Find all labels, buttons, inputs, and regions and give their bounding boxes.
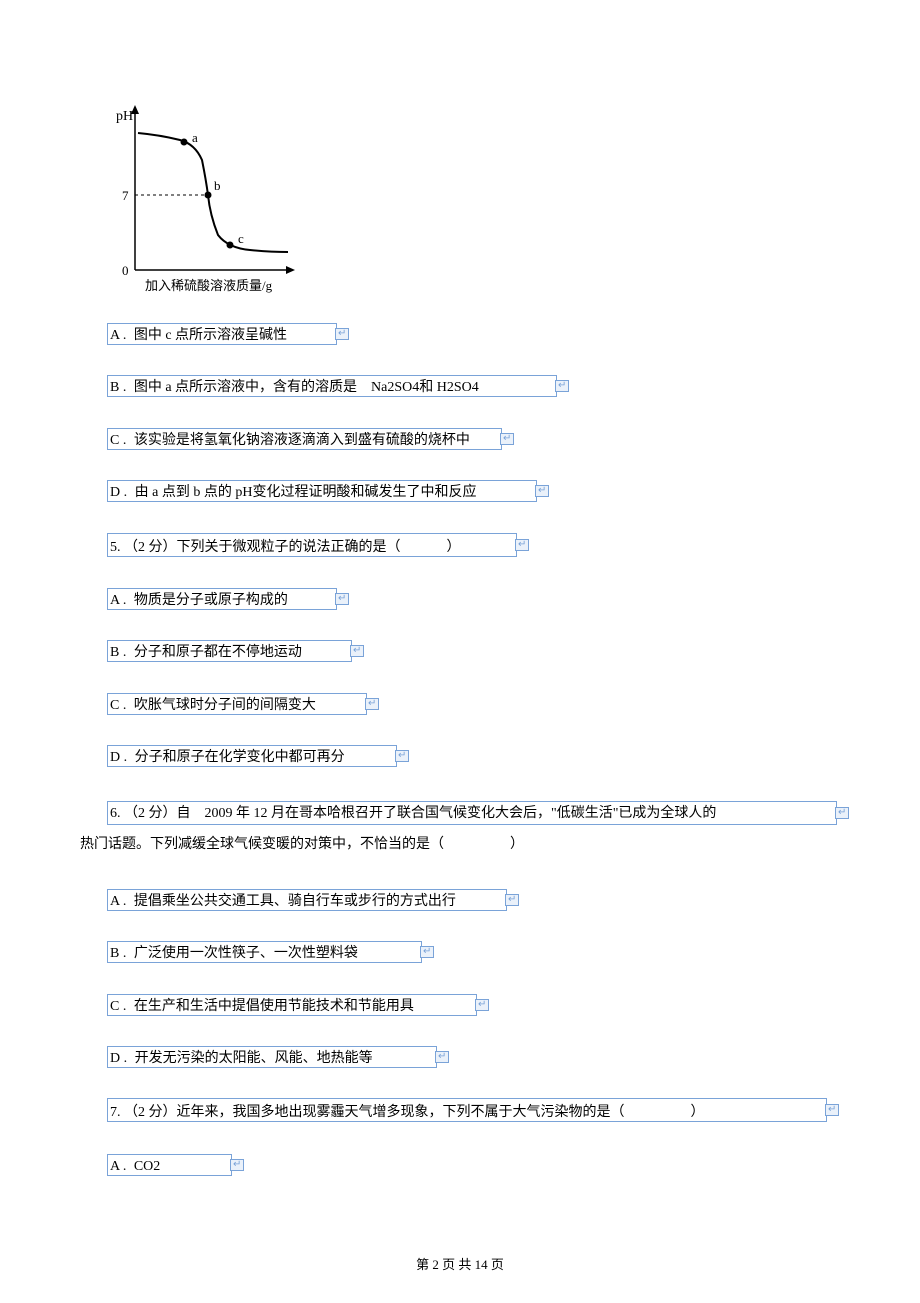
q5-option-c-text: 吹胀气球时分子间的间隔变大 [134,698,316,713]
q4-option-d-text: 由 a 点到 b 点的 pH变化过程证明酸和碱发生了中和反应 [135,485,477,500]
q7-option-a-text: CO2 [134,1159,160,1174]
q7-stem: 7. （2 分）近年来，我国多地出现雾霾天气增多现象，下列不属于大气污染物的是（… [110,1100,840,1125]
q5-stem: 5. （2 分）下列关于微观粒子的说法正确的是（） ↵ [110,535,840,560]
q4-option-a-text: 图中 c 点所示溶液呈碱性 [134,328,287,343]
q5-option-c: C . 吹胀气球时分子间的间隔变大 ↵ [110,695,840,717]
q6-option-a: A . 提倡乘坐公共交通工具、骑自行车或步行的方式出行 ↵ [110,891,840,913]
chart-origin-label: 0 [122,263,129,278]
q4-option-d: D . 由 a 点到 b 点的 pH变化过程证明酸和碱发生了中和反应 ↵ [110,482,840,504]
q5-option-b: B . 分子和原子都在不停地运动 ↵ [110,642,840,664]
chart-point-c: c [238,231,244,246]
q5-option-a: A . 物质是分子或原子构成的 ↵ [110,590,840,612]
chart-point-b: b [214,178,221,193]
q4-option-a: A . 图中 c 点所示溶液呈碱性 ↵ [110,325,840,347]
q4-option-b: B . 图中 a 点所示溶液中，含有的溶质是 Na2SO4和 H2SO4 ↵ [110,377,840,399]
q5-option-a-text: 物质是分子或原子构成的 [134,593,288,608]
page-footer: 第 2 页 共 14 页 [0,1254,920,1273]
q6-option-d: D . 开发无污染的太阳能、风能、地热能等 ↵ [110,1048,840,1070]
q6-option-c: C . 在生产和生活中提倡使用节能技术和节能用具 ↵ [110,996,840,1018]
q5-option-b-text: 分子和原子都在不停地运动 [134,645,302,660]
chart-xlabel: 加入稀硫酸溶液质量/g [145,278,273,293]
q6-option-a-text: 提倡乘坐公共交通工具、骑自行车或步行的方式出行 [134,894,456,909]
q4-option-c-text: 该实验是将氢氧化钠溶液逐滴滴入到盛有硫酸的烧杯中 [134,433,470,448]
q6-option-b: B . 广泛使用一次性筷子、一次性塑料袋 ↵ [110,943,840,965]
q7-option-a: A . CO2 ↵ [110,1156,840,1178]
chart-point-a: a [192,130,198,145]
q4-option-b-text: 图中 a 点所示溶液中，含有的溶质是 Na2SO4和 H2SO4 [134,380,479,395]
q6-option-d-text: 开发无污染的太阳能、风能、地热能等 [135,1051,373,1066]
q6-option-c-text: 在生产和生活中提倡使用节能技术和节能用具 [134,999,414,1014]
q6-option-b-text: 广泛使用一次性筷子、一次性塑料袋 [134,946,358,961]
q5-option-d-text: 分子和原子在化学变化中都可再分 [135,750,345,765]
chart-y-ref: 7 [122,188,129,203]
chart-svg: pH 7 0 a b c 加入稀硫酸溶液质量/g [110,100,300,300]
q6-stem: 6. （2 分）自 2009 年 12 月在哥本哈根召开了联合国气候变化大会后，… [80,799,840,861]
q5-option-d: D . 分子和原子在化学变化中都可再分 ↵ [110,747,840,769]
chart-ph-curve: pH 7 0 a b c 加入稀硫酸溶液质量/g [110,100,840,300]
q4-option-c: C . 该实验是将氢氧化钠溶液逐滴滴入到盛有硫酸的烧杯中 ↵ [110,430,840,452]
chart-ylabel: pH [116,109,133,124]
